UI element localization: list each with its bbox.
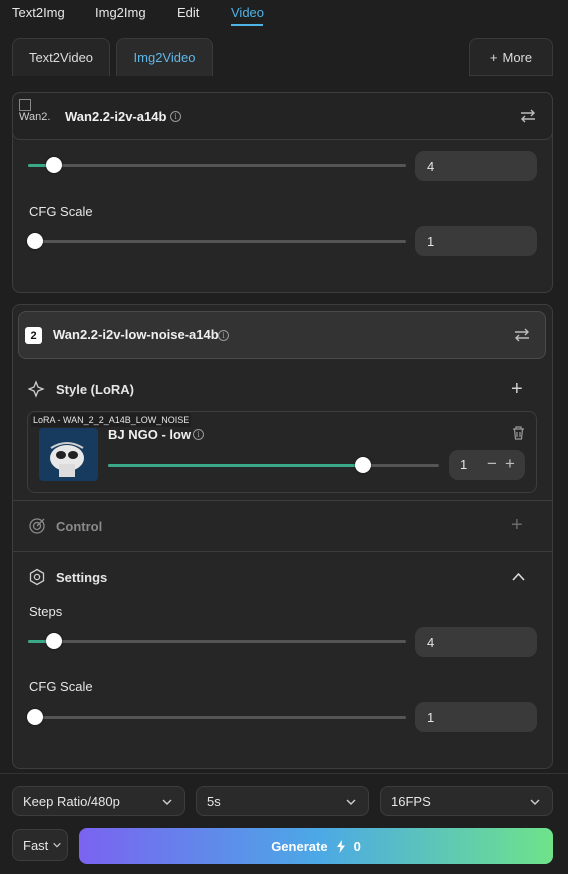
settings-title: Settings (56, 570, 108, 585)
lora-strength-fill (108, 464, 363, 467)
model-thumbnail: Wan2. (19, 99, 57, 135)
more-button[interactable]: + More (469, 38, 553, 76)
active-tab-underline (231, 24, 263, 26)
duration-value: 5s (207, 793, 221, 809)
resolution-select[interactable]: Keep Ratio/480p (12, 786, 185, 816)
fps-select[interactable]: 16FPS (380, 786, 553, 816)
bottom-toolbar: Keep Ratio/480p 5s 16FPS Fast Generate 0 (0, 773, 568, 874)
info-icon[interactable]: i (218, 330, 229, 341)
lora-strength-stepper[interactable]: 1 − + (449, 450, 525, 480)
more-label: More (502, 49, 533, 65)
add-lora-icon[interactable]: + (511, 379, 523, 399)
divider (13, 551, 552, 552)
nav-tab-img2img[interactable]: Img2Img (95, 5, 146, 20)
info-icon[interactable]: i (170, 111, 181, 122)
mode-tab-row: Text2Video Img2Video + More (0, 38, 568, 78)
tab-img2video[interactable]: Img2Video (116, 38, 213, 76)
top-nav: Text2Img Img2Img Edit Video (0, 0, 568, 30)
cfg-slider-knob[interactable] (27, 709, 43, 725)
model-name: Wan2.2-i2v-low-noise-a14b (53, 327, 219, 342)
steps-slider-track[interactable] (28, 164, 406, 167)
trash-icon[interactable] (512, 426, 525, 440)
chevron-down-icon (162, 799, 172, 805)
settings-hexagon-icon (29, 568, 45, 586)
steps-value-input[interactable]: 4 (415, 627, 537, 657)
nav-tab-text2img[interactable]: Text2Img (12, 5, 65, 20)
lightning-icon (336, 839, 345, 853)
chevron-up-icon[interactable] (512, 572, 525, 581)
swap-model-icon[interactable] (514, 327, 530, 343)
generate-label: Generate (271, 838, 328, 854)
chevron-down-icon (53, 842, 62, 848)
add-control-icon[interactable]: + (511, 515, 523, 535)
cfg-slider-knob[interactable] (27, 233, 43, 249)
chevron-down-icon (346, 799, 356, 805)
info-icon[interactable]: i (193, 429, 204, 440)
plus-icon: + (489, 49, 498, 65)
divider (13, 500, 552, 501)
steps-slider-knob[interactable] (46, 157, 62, 173)
lora-strength-knob[interactable] (355, 457, 371, 473)
speed-value: Fast (23, 837, 49, 853)
model-panel-2 (12, 304, 553, 769)
lora-name: BJ NGO - low (108, 427, 192, 442)
cfg-slider-track[interactable] (28, 716, 406, 719)
model-index-badge: 2 (25, 327, 42, 344)
nav-tab-video[interactable]: Video (231, 5, 264, 20)
steps-slider-knob[interactable] (46, 633, 62, 649)
swap-model-icon[interactable] (520, 108, 536, 124)
nav-tab-edit[interactable]: Edit (177, 5, 199, 20)
cfg-scale-label: CFG Scale (29, 204, 93, 219)
resolution-value: Keep Ratio/480p (23, 793, 120, 809)
lora-model-tag: LoRA - WAN_2_2_A14B_LOW_NOISE (31, 413, 192, 427)
model-header-2[interactable]: 2 Wan2.2-i2v-low-noise-a14b i (18, 311, 546, 359)
sparkle-icon (28, 380, 45, 398)
style-lora-title: Style (LoRA) (56, 382, 134, 397)
target-icon (29, 518, 45, 534)
tab-text2video[interactable]: Text2Video (12, 38, 110, 76)
model-name: Wan2.2-i2v-a14b (65, 109, 167, 124)
steps-label: Steps (29, 604, 63, 619)
chevron-down-icon (530, 799, 540, 805)
lora-thumbnail (39, 428, 98, 481)
lora-card: LoRA - WAN_2_2_A14B_LOW_NOISE BJ NGO - l… (27, 411, 537, 493)
fps-value: 16FPS (391, 793, 431, 809)
cfg-slider-track[interactable] (28, 240, 406, 243)
thumbnail-alt-text: Wan2. (19, 111, 51, 123)
lora-strength-value: 1 (460, 457, 468, 472)
duration-select[interactable]: 5s (196, 786, 369, 816)
model-header-1[interactable]: Wan2. Wan2.2-i2v-a14b i (12, 92, 553, 140)
cfg-value-input[interactable]: 1 (415, 226, 537, 256)
cfg-scale-label: CFG Scale (29, 679, 93, 694)
minus-icon[interactable]: − (487, 454, 497, 474)
plus-icon[interactable]: + (505, 454, 515, 474)
steps-slider-track[interactable] (28, 640, 406, 643)
control-title: Control (56, 519, 103, 534)
cfg-value-input[interactable]: 1 (415, 702, 537, 732)
speed-select[interactable]: Fast (12, 829, 68, 861)
steps-value-input[interactable]: 4 (415, 151, 537, 181)
broken-image-icon (19, 99, 31, 111)
generate-button[interactable]: Generate 0 (79, 828, 553, 864)
credit-cost: 0 (353, 838, 361, 854)
